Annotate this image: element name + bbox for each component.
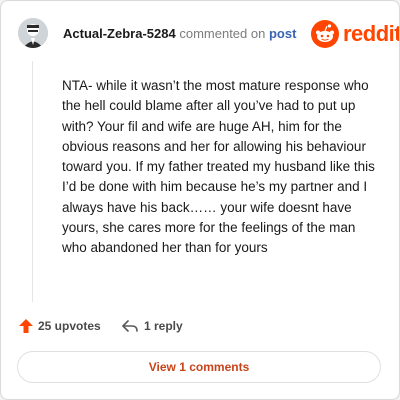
reply-button[interactable]: 1 reply [121, 318, 183, 334]
reply-arrow-icon [122, 320, 138, 332]
comment-header: Actual-Zebra-5284 commented on post [63, 26, 296, 41]
reddit-wordmark: reddit [343, 21, 400, 46]
post-link[interactable]: post [269, 26, 296, 41]
upvote-arrow-icon [19, 319, 33, 333]
view-comments-button[interactable]: View 1 comments [17, 351, 381, 383]
reply-count: 1 reply [144, 319, 183, 333]
action-text: commented on [179, 26, 266, 41]
upvote-count: 25 upvotes [38, 319, 101, 333]
comment-card: Actual-Zebra-5284 commented on post redd… [0, 0, 400, 400]
comment-body: NTA- while it wasn’t the most mature res… [62, 78, 375, 256]
thread-line [32, 61, 33, 302]
username-link[interactable]: Actual-Zebra-5284 [63, 26, 176, 41]
user-avatar-icon [18, 18, 48, 48]
upvote-control[interactable]: 25 upvotes [18, 318, 101, 334]
reddit-logo-icon [311, 20, 339, 48]
avatar[interactable] [18, 18, 48, 48]
reddit-brand[interactable]: reddit [311, 19, 400, 49]
